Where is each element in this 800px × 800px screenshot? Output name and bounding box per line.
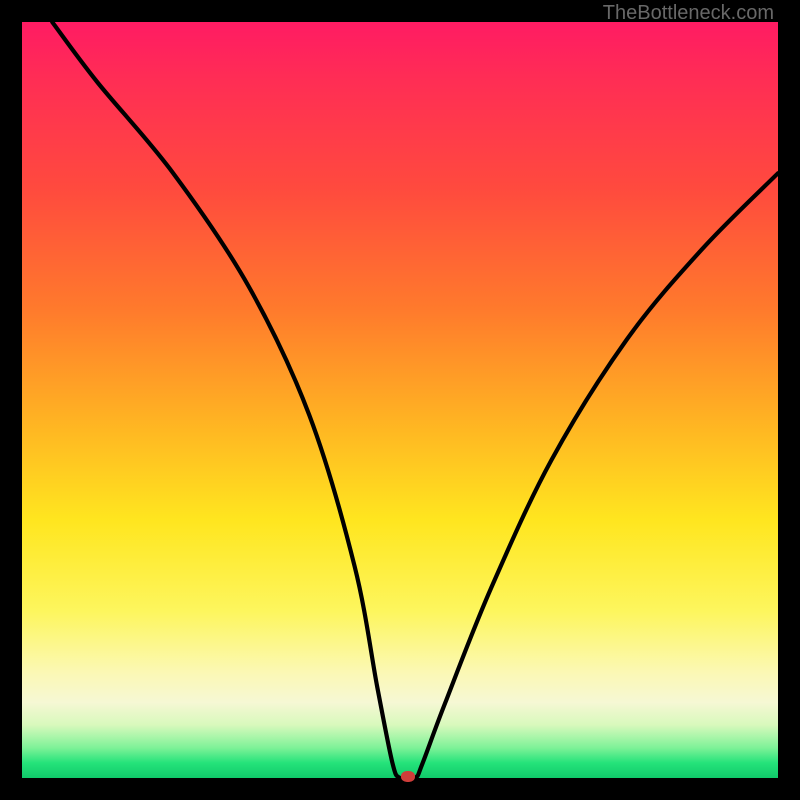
chart-frame: TheBottleneck.com <box>0 0 800 800</box>
optimal-point-marker <box>401 771 415 782</box>
plot-area <box>22 22 778 778</box>
bottleneck-curve <box>22 22 778 778</box>
